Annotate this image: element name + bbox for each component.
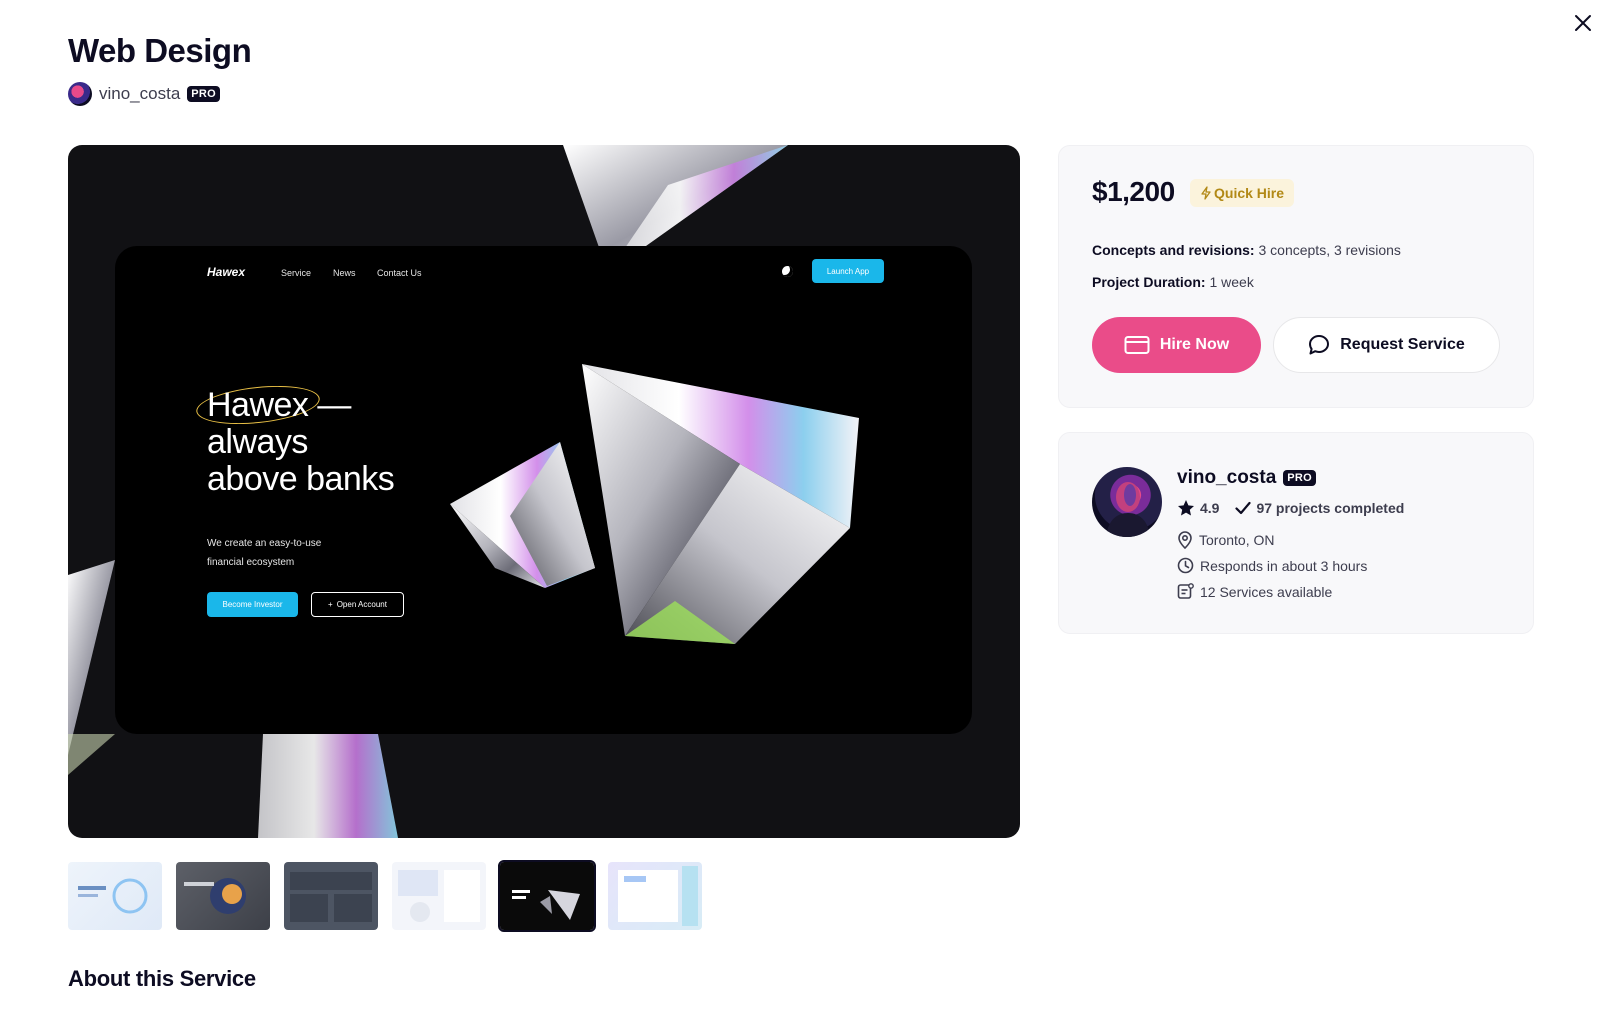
hire-now-button[interactable]: Hire Now bbox=[1092, 317, 1261, 373]
star-icon bbox=[1178, 500, 1194, 516]
designer-profile-card: vino_costa PRO 4.9 97 projects completed… bbox=[1058, 432, 1534, 634]
thumbnail-1[interactable] bbox=[68, 862, 162, 930]
designer-name: vino_costa PRO bbox=[1177, 467, 1317, 489]
mockup-become-investor-button: Become Investor bbox=[207, 592, 298, 617]
designer-stats: 4.9 97 projects completed bbox=[1177, 499, 1420, 517]
projects-completed: 97 projects completed bbox=[1235, 500, 1404, 516]
about-section-title: About this Service bbox=[68, 966, 256, 991]
chat-bubble-icon bbox=[1309, 335, 1330, 355]
mockup-subtext: We create an easy-to-use financial ecosy… bbox=[207, 538, 322, 568]
lightning-icon bbox=[1201, 186, 1211, 200]
author-line: vino_costa PRO bbox=[68, 82, 221, 106]
clock-icon bbox=[1177, 557, 1194, 574]
request-service-button[interactable]: Request Service bbox=[1273, 317, 1500, 373]
pro-badge: PRO bbox=[187, 86, 221, 102]
thumbnail-strip bbox=[68, 860, 702, 932]
credit-card-icon bbox=[1124, 336, 1150, 354]
author-avatar[interactable] bbox=[68, 82, 92, 106]
rating: 4.9 bbox=[1177, 499, 1219, 517]
close-icon bbox=[1575, 15, 1591, 31]
duration-line: Project Duration: 1 week bbox=[1092, 274, 1254, 290]
mockup-nav-contact: Contact Us bbox=[377, 268, 422, 278]
checkmark-icon bbox=[1235, 501, 1252, 515]
price: $1,200 bbox=[1092, 176, 1175, 207]
pro-badge: PRO bbox=[1283, 470, 1317, 486]
website-mockup: Hawex Service News Contact Us Launch App… bbox=[115, 246, 972, 734]
page-title: Web Design bbox=[68, 32, 252, 69]
mockup-headline: Hawex — always above banks bbox=[207, 386, 395, 498]
response-time-row: Responds in about 3 hours bbox=[1177, 557, 1367, 574]
mockup-nav-news: News bbox=[333, 268, 356, 278]
designer-avatar[interactable] bbox=[1092, 467, 1162, 537]
location-row: Toronto, ON bbox=[1177, 531, 1274, 549]
thumbnail-4[interactable] bbox=[392, 862, 486, 930]
services-row: 12 Services available bbox=[1177, 583, 1332, 600]
thumbnail-6[interactable] bbox=[608, 862, 702, 930]
moon-icon bbox=[782, 266, 793, 277]
main-preview-image: Hawex Service News Contact Us Launch App… bbox=[68, 145, 1020, 838]
mockup-open-account-button: + Open Account bbox=[311, 592, 404, 617]
thumbnail-2[interactable] bbox=[176, 862, 270, 930]
location-pin-icon bbox=[1178, 531, 1192, 549]
author-name-link[interactable]: vino_costa bbox=[99, 84, 180, 104]
concepts-line: Concepts and revisions: 3 concepts, 3 re… bbox=[1092, 242, 1401, 258]
pricing-card: $1,200 Quick Hire Concepts and revisions… bbox=[1058, 145, 1534, 408]
close-button[interactable] bbox=[1572, 12, 1594, 34]
thumbnail-3[interactable] bbox=[284, 862, 378, 930]
mockup-nav-service: Service bbox=[281, 268, 312, 278]
thumbnail-5-selected[interactable] bbox=[498, 860, 596, 932]
mockup-launch-button: Launch App bbox=[812, 259, 884, 283]
plus-icon: + bbox=[328, 600, 333, 609]
designer-name-link[interactable]: vino_costa bbox=[1177, 467, 1276, 489]
services-list-icon bbox=[1177, 583, 1194, 599]
mockup-logo: Hawex bbox=[207, 265, 246, 279]
mockup-nav: Hawex Service News Contact Us Launch App bbox=[115, 246, 972, 296]
quick-hire-badge: Quick Hire bbox=[1190, 179, 1295, 207]
